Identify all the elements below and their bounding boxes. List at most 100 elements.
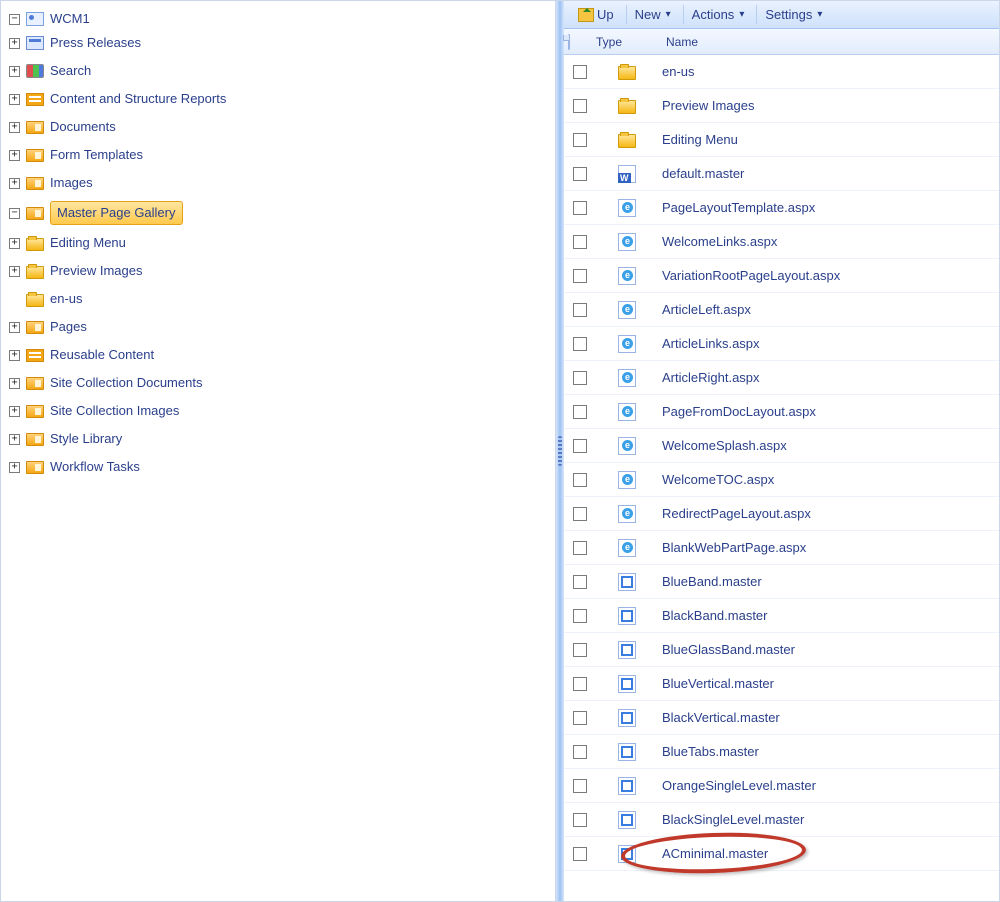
tree-node[interactable]: +Editing Menu	[9, 233, 551, 253]
row-checkbox[interactable]	[573, 133, 587, 147]
tree-node[interactable]: −Master Page Gallery	[9, 201, 551, 225]
list-row[interactable]: WelcomeLinks.aspx	[564, 225, 999, 259]
item-link[interactable]: PageFromDocLayout.aspx	[662, 404, 816, 419]
list-row[interactable]: ArticleRight.aspx	[564, 361, 999, 395]
tree-item-label[interactable]: Form Templates	[50, 145, 143, 165]
tree-item-label[interactable]: Search	[50, 61, 91, 81]
row-checkbox[interactable]	[573, 643, 587, 657]
row-checkbox[interactable]	[573, 269, 587, 283]
list-row[interactable]: BlueTabs.master	[564, 735, 999, 769]
expand-icon[interactable]: +	[9, 122, 20, 133]
item-link[interactable]: BlueTabs.master	[662, 744, 759, 759]
row-checkbox[interactable]	[573, 677, 587, 691]
tree-node[interactable]: +Reusable Content	[9, 345, 551, 365]
list-row[interactable]: PageLayoutTemplate.aspx	[564, 191, 999, 225]
list-row[interactable]: BlueVertical.master	[564, 667, 999, 701]
tree-root-label[interactable]: WCM1	[50, 9, 90, 29]
tree-item-label[interactable]: Site Collection Documents	[50, 373, 202, 393]
expand-icon[interactable]: +	[9, 378, 20, 389]
list-row[interactable]: ArticleLinks.aspx	[564, 327, 999, 361]
row-checkbox[interactable]	[573, 711, 587, 725]
row-checkbox[interactable]	[573, 235, 587, 249]
tree-item-label[interactable]: Site Collection Images	[50, 401, 179, 421]
list-row[interactable]: WelcomeTOC.aspx	[564, 463, 999, 497]
item-link[interactable]: OrangeSingleLevel.master	[662, 778, 816, 793]
row-checkbox[interactable]	[573, 473, 587, 487]
tree-node[interactable]: + Press Releases	[9, 33, 551, 53]
list-row[interactable]: BlueBand.master	[564, 565, 999, 599]
list-row[interactable]: Editing Menu	[564, 123, 999, 157]
list-row[interactable]: ArticleLeft.aspx	[564, 293, 999, 327]
list-row[interactable]: ACminimal.master	[564, 837, 999, 871]
item-link[interactable]: ArticleLinks.aspx	[662, 336, 760, 351]
tree-node[interactable]: +Form Templates	[9, 145, 551, 165]
up-button[interactable]: Up	[570, 5, 622, 24]
tree-item-label[interactable]: Content and Structure Reports	[50, 89, 226, 109]
expand-icon[interactable]: +	[9, 38, 20, 49]
expand-icon[interactable]: +	[9, 178, 20, 189]
list-row[interactable]: BlankWebPartPage.aspx	[564, 531, 999, 565]
item-link[interactable]: default.master	[662, 166, 744, 181]
item-link[interactable]: BlackBand.master	[662, 608, 768, 623]
tree-node[interactable]: +Search	[9, 61, 551, 81]
tree-item-label[interactable]: Pages	[50, 317, 87, 337]
list-row[interactable]: WelcomeSplash.aspx	[564, 429, 999, 463]
item-link[interactable]: ArticleRight.aspx	[662, 370, 760, 385]
tree-node[interactable]: en-us	[9, 289, 551, 309]
actions-button[interactable]: Actions	[683, 5, 753, 24]
item-link[interactable]: ACminimal.master	[662, 846, 768, 861]
item-link[interactable]: BlueBand.master	[662, 574, 762, 589]
list-row[interactable]: Preview Images	[564, 89, 999, 123]
row-checkbox[interactable]	[573, 65, 587, 79]
row-checkbox[interactable]	[573, 745, 587, 759]
tree-node[interactable]: +Workflow Tasks	[9, 457, 551, 477]
list-row[interactable]: en-us	[564, 55, 999, 89]
tree-node[interactable]: + Site Collection Documents	[9, 373, 551, 393]
row-checkbox[interactable]	[573, 371, 587, 385]
item-link[interactable]: Editing Menu	[662, 132, 738, 147]
item-link[interactable]: BlackSingleLevel.master	[662, 812, 804, 827]
item-link[interactable]: PageLayoutTemplate.aspx	[662, 200, 815, 215]
row-checkbox[interactable]	[573, 439, 587, 453]
row-checkbox[interactable]	[573, 405, 587, 419]
item-link[interactable]: en-us	[662, 64, 695, 79]
new-button[interactable]: New	[626, 5, 679, 24]
row-checkbox[interactable]	[573, 99, 587, 113]
collapse-icon[interactable]: −	[9, 208, 20, 219]
item-link[interactable]: WelcomeSplash.aspx	[662, 438, 787, 453]
tree-item-label[interactable]: en-us	[50, 289, 83, 309]
expand-icon[interactable]: +	[9, 322, 20, 333]
item-link[interactable]: RedirectPageLayout.aspx	[662, 506, 811, 521]
tree-item-label[interactable]: Workflow Tasks	[50, 457, 140, 477]
tree-node[interactable]: + Images	[9, 173, 551, 193]
row-checkbox[interactable]	[573, 201, 587, 215]
list-row[interactable]: PageFromDocLayout.aspx	[564, 395, 999, 429]
expand-icon[interactable]: +	[9, 406, 20, 417]
expand-icon[interactable]: −	[9, 14, 20, 25]
row-checkbox[interactable]	[573, 609, 587, 623]
row-checkbox[interactable]	[573, 541, 587, 555]
row-checkbox[interactable]	[573, 507, 587, 521]
list-row[interactable]: default.master	[564, 157, 999, 191]
col-type[interactable]: Type	[592, 35, 662, 49]
row-checkbox[interactable]	[573, 575, 587, 589]
row-checkbox[interactable]	[573, 167, 587, 181]
row-checkbox[interactable]	[573, 337, 587, 351]
tree-item-label[interactable]: Images	[50, 173, 93, 193]
tree-item-label[interactable]: Style Library	[50, 429, 122, 449]
tree-item-label[interactable]: Documents	[50, 117, 116, 137]
expand-icon[interactable]: +	[9, 94, 20, 105]
item-link[interactable]: BlankWebPartPage.aspx	[662, 540, 806, 555]
list-row[interactable]: RedirectPageLayout.aspx	[564, 497, 999, 531]
tree-node[interactable]: + Site Collection Images	[9, 401, 551, 421]
expand-icon[interactable]: +	[9, 238, 20, 249]
list-row[interactable]: BlueGlassBand.master	[564, 633, 999, 667]
item-link[interactable]: WelcomeTOC.aspx	[662, 472, 774, 487]
tree-node[interactable]: +Style Library	[9, 429, 551, 449]
tree-node[interactable]: + Content and Structure Reports	[9, 89, 551, 109]
list-row[interactable]: BlackVertical.master	[564, 701, 999, 735]
col-name[interactable]: Name	[662, 35, 698, 49]
tree-item-label[interactable]: Press Releases	[50, 33, 141, 53]
list-row[interactable]: BlackSingleLevel.master	[564, 803, 999, 837]
expand-icon[interactable]: +	[9, 266, 20, 277]
